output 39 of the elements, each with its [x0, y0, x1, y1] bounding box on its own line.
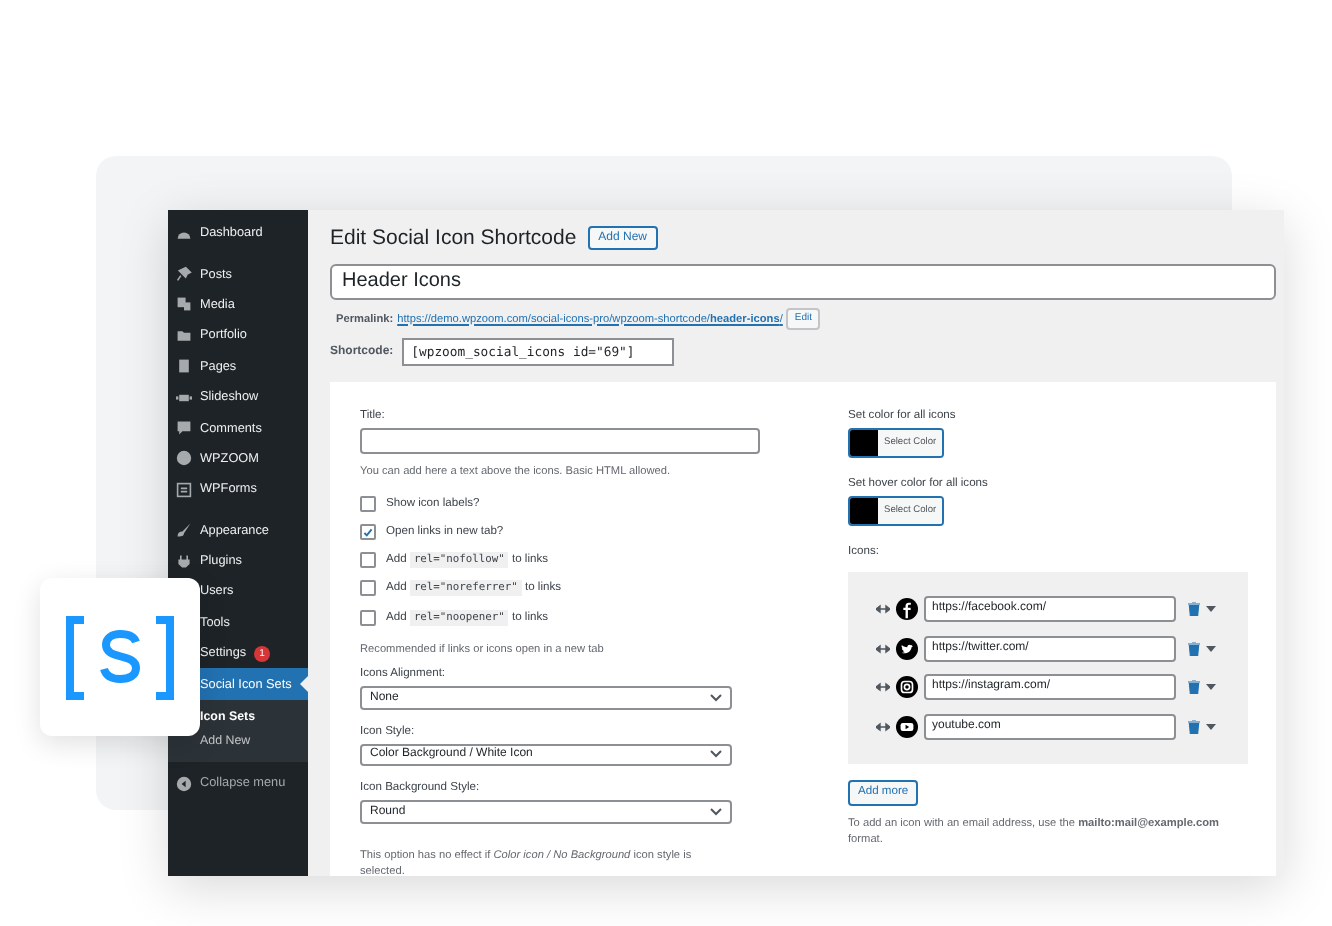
bird-icon [896, 637, 918, 659]
input-field[interactable] [360, 428, 760, 454]
brush-icon [176, 522, 192, 539]
plug-icon [176, 553, 192, 570]
page-title: Edit Social Icon Shortcode [330, 226, 577, 250]
bracket-s-logo-icon [64, 615, 176, 699]
caret-icon[interactable] [1206, 723, 1216, 729]
facebook-icon [896, 598, 918, 620]
caret-icon[interactable] [1206, 684, 1216, 690]
media-icon [176, 296, 192, 313]
speech-bubble-icon [176, 420, 192, 437]
folder-icon [176, 327, 192, 344]
trash-icon[interactable] [1188, 602, 1200, 616]
play-icon [896, 715, 918, 737]
chevron-down-icon [710, 808, 722, 817]
caret-icon[interactable] [1206, 606, 1216, 612]
checkbox[interactable] [360, 552, 376, 569]
pin-icon [176, 266, 192, 283]
checkbox[interactable] [360, 524, 376, 541]
drag-handle-icon[interactable] [876, 643, 890, 653]
title-field[interactable]: Header Icons [330, 264, 1276, 300]
drag-handle-icon[interactable] [876, 682, 890, 692]
caret-icon[interactable] [1206, 645, 1216, 651]
drag-handle-icon[interactable] [876, 721, 890, 731]
chevron-down-icon [710, 750, 722, 759]
chevron-down-icon [710, 693, 722, 702]
trash-icon[interactable] [1188, 719, 1200, 733]
camera-icon [896, 676, 918, 698]
form-icon [176, 481, 192, 498]
page-icon [176, 358, 192, 375]
checkbox[interactable] [360, 580, 376, 597]
slides-icon [176, 389, 192, 406]
collapse-icon [176, 775, 192, 792]
checkbox[interactable] [360, 609, 376, 626]
circle-icon [176, 450, 192, 467]
checkbox[interactable] [360, 495, 376, 512]
drag-handle-icon[interactable] [876, 604, 890, 614]
trash-icon[interactable] [1188, 641, 1200, 655]
trash-icon[interactable] [1188, 680, 1200, 694]
